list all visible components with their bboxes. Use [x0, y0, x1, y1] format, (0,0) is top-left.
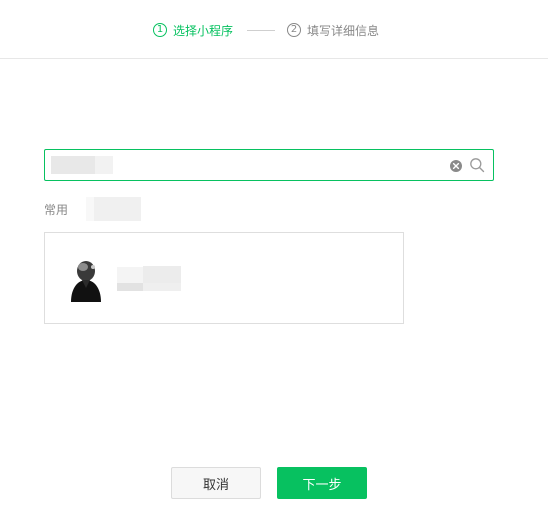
avatar — [65, 258, 107, 303]
name-redacted-d — [143, 283, 181, 291]
search-icon[interactable] — [469, 157, 485, 173]
step-1-label: 选择小程序 — [173, 23, 234, 38]
next-step-button[interactable]: 下一步 — [277, 467, 367, 499]
common-section-label: 常用 — [44, 203, 69, 217]
step-connector — [247, 30, 275, 31]
common-redacted-item — [86, 197, 94, 221]
search-box — [44, 149, 494, 181]
step-1: 1 选择小程序 — [153, 20, 233, 40]
step-1-number: 1 — [153, 23, 167, 37]
step-2: 2 填写详细信息 — [287, 20, 379, 40]
clear-circle-icon[interactable] — [449, 158, 463, 172]
common-redacted-item-tail[interactable] — [94, 197, 141, 221]
step-indicator: 1 选择小程序 2 填写详细信息 — [0, 0, 548, 59]
step-2-label: 填写详细信息 — [307, 23, 380, 38]
search-input[interactable] — [49, 153, 437, 177]
cancel-button[interactable]: 取消 — [171, 467, 261, 499]
mini-program-card[interactable] — [44, 232, 404, 324]
name-redacted-c — [117, 283, 143, 291]
step-2-number: 2 — [287, 23, 301, 37]
